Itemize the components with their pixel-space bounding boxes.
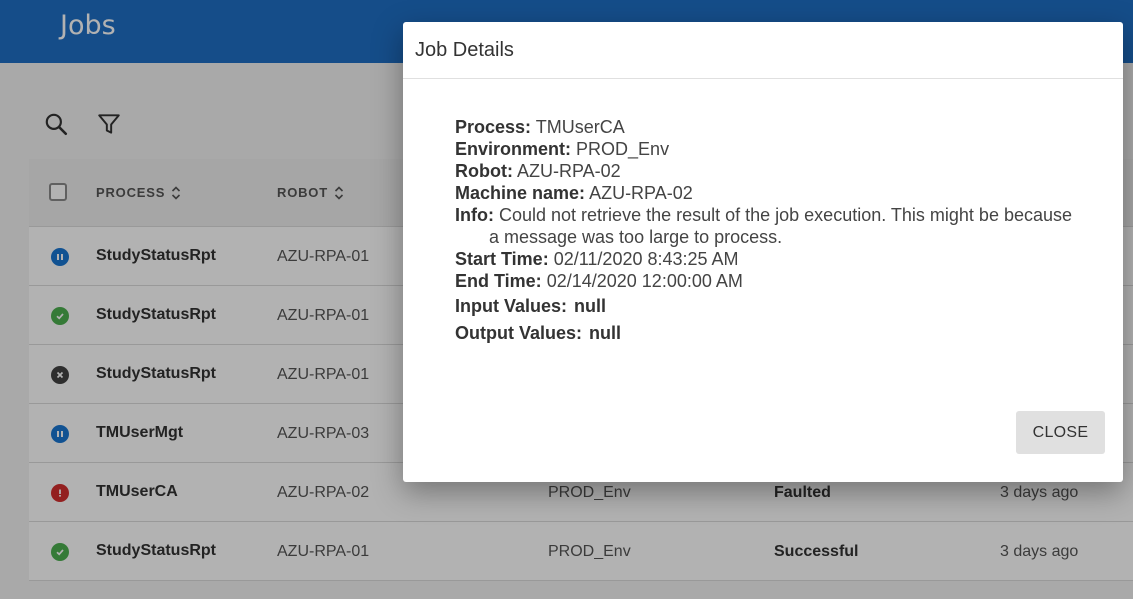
output-values-detail: Output Values: null	[455, 322, 1075, 344]
end-time-detail: End Time: 02/14/2020 12:00:00 AM	[455, 270, 1075, 292]
detail-label: Robot:	[455, 161, 513, 181]
detail-label: Input Values:	[455, 296, 568, 316]
detail-label: Process:	[455, 117, 532, 137]
detail-value: 02/14/2020 12:00:00 AM	[546, 271, 743, 291]
close-button[interactable]: CLOSE	[1016, 411, 1105, 454]
dialog-divider	[403, 78, 1123, 79]
detail-value: AZU-RPA-02	[517, 161, 621, 181]
detail-value: AZU-RPA-02	[589, 183, 693, 203]
job-details: Process: TMUserCA Environment: PROD_Env …	[455, 116, 1075, 344]
start-time-detail: Start Time: 02/11/2020 8:43:25 AM	[455, 248, 1075, 270]
detail-value: Could not retrieve the result of the job…	[489, 205, 1073, 247]
detail-label: End Time:	[455, 271, 542, 291]
robot-detail: Robot: AZU-RPA-02	[455, 160, 1075, 182]
detail-value: null	[574, 296, 607, 316]
detail-label: Machine name:	[455, 183, 586, 203]
detail-value: null	[589, 323, 622, 343]
detail-label: Environment:	[455, 139, 572, 159]
detail-label: Start Time:	[455, 249, 549, 269]
machine-name-detail: Machine name: AZU-RPA-02	[455, 182, 1075, 204]
detail-value: TMUserCA	[535, 117, 625, 137]
detail-value: PROD_Env	[576, 139, 670, 159]
detail-label: Output Values:	[455, 323, 583, 343]
detail-label: Info:	[455, 205, 494, 225]
job-details-dialog: Job Details Process: TMUserCA Environmen…	[403, 22, 1123, 482]
process-detail: Process: TMUserCA	[455, 116, 1075, 138]
environment-detail: Environment: PROD_Env	[455, 138, 1075, 160]
info-detail: Info: Could not retrieve the result of t…	[455, 204, 1075, 248]
detail-value: 02/11/2020 8:43:25 AM	[553, 249, 739, 269]
dialog-title: Job Details	[415, 39, 514, 61]
input-values-detail: Input Values: null	[455, 295, 1075, 317]
